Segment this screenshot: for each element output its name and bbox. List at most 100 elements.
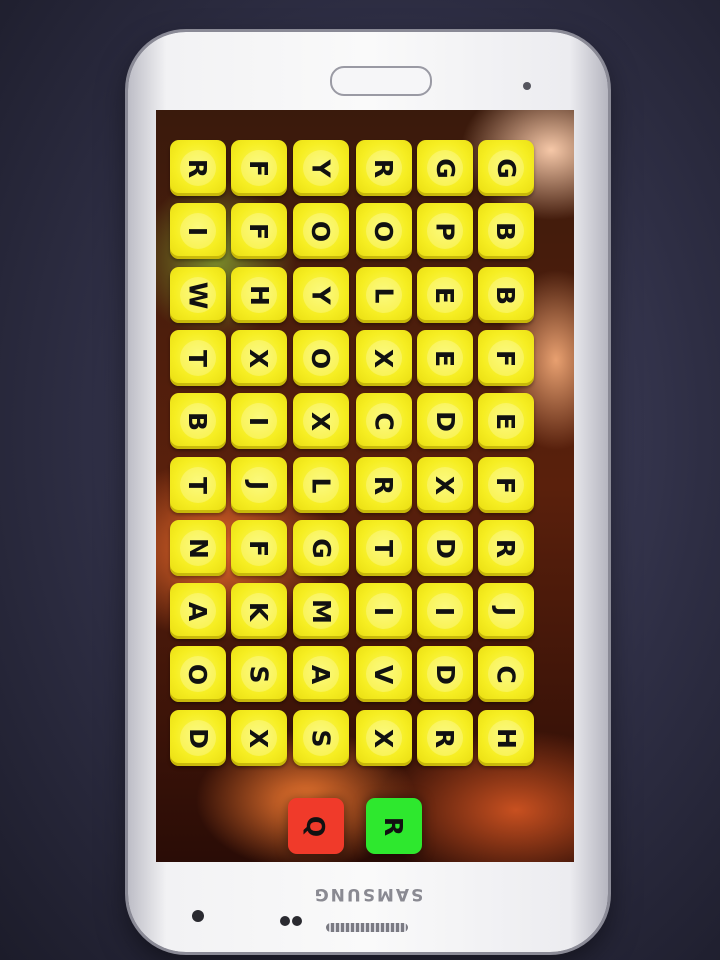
letter-tile[interactable]: F xyxy=(478,457,534,513)
letter-tile-label: O xyxy=(306,347,336,369)
letter-tile-label: I xyxy=(430,606,460,616)
letter-tile[interactable]: V xyxy=(356,646,412,702)
letter-tile-label: X xyxy=(369,728,399,748)
letter-tile[interactable]: M xyxy=(293,583,349,639)
letter-tile-label: W xyxy=(183,281,213,309)
letter-tile-label: X xyxy=(244,348,274,368)
letter-tile-label: T xyxy=(183,476,213,494)
letter-tile[interactable]: F xyxy=(478,330,534,386)
phone-screen: R I W T B T N A O D F F H X I J F K S X Y O Y O X L G M A S R O L X C R T I V X… xyxy=(156,110,574,862)
letter-tile-label: D xyxy=(183,727,213,749)
letter-tile[interactable]: G xyxy=(478,140,534,196)
letter-tile[interactable]: J xyxy=(231,457,287,513)
letter-tile-label: I xyxy=(244,416,274,426)
letter-tile[interactable]: E xyxy=(417,330,473,386)
letter-tile[interactable]: T xyxy=(170,330,226,386)
letter-tile[interactable]: P xyxy=(417,203,473,259)
letter-tile[interactable]: G xyxy=(417,140,473,196)
letter-tile-label: F xyxy=(491,349,521,367)
home-button-grille[interactable] xyxy=(326,923,408,932)
letter-tile[interactable]: I xyxy=(356,583,412,639)
letter-tile[interactable]: R xyxy=(356,140,412,196)
quit-button[interactable]: Q xyxy=(288,798,344,854)
letter-tile[interactable]: O xyxy=(293,203,349,259)
letter-tile[interactable]: D xyxy=(170,710,226,766)
letter-tile-label: T xyxy=(183,349,213,367)
letter-tile-label: D xyxy=(430,537,460,559)
letter-tile-label: S xyxy=(244,664,274,684)
letter-tile[interactable]: X xyxy=(356,330,412,386)
letter-tile-label: F xyxy=(244,222,274,240)
letter-tile-label: J xyxy=(244,480,274,490)
letter-tile-label: X xyxy=(369,348,399,368)
letter-tile-label: C xyxy=(369,411,399,431)
letter-tile[interactable]: A xyxy=(170,583,226,639)
letter-tile[interactable]: X xyxy=(231,710,287,766)
letter-tile-label: B xyxy=(183,411,213,431)
letter-tile[interactable]: C xyxy=(356,393,412,449)
letter-tile[interactable]: J xyxy=(478,583,534,639)
letter-tile[interactable]: S xyxy=(231,646,287,702)
letter-tile[interactable]: I xyxy=(170,203,226,259)
letter-tile-label: R xyxy=(369,158,399,178)
letter-tile-label: R xyxy=(183,158,213,178)
letter-tile[interactable]: O xyxy=(356,203,412,259)
letter-tile[interactable]: B xyxy=(478,203,534,259)
letter-tile[interactable]: T xyxy=(170,457,226,513)
letter-tile[interactable]: I xyxy=(417,583,473,639)
letter-tile[interactable]: D xyxy=(417,393,473,449)
letter-tile[interactable]: D xyxy=(417,646,473,702)
letter-tile-label: R xyxy=(491,538,521,558)
letter-tile[interactable]: L xyxy=(293,457,349,513)
letter-tile[interactable]: A xyxy=(293,646,349,702)
letter-tile[interactable]: O xyxy=(293,330,349,386)
microphone-hole xyxy=(280,916,290,926)
letter-tile-label: G xyxy=(306,537,336,559)
letter-tile[interactable]: G xyxy=(293,520,349,576)
letter-tile[interactable]: Y xyxy=(293,267,349,323)
letter-tile-label: Y xyxy=(306,285,336,305)
letter-tile[interactable]: I xyxy=(231,393,287,449)
letter-tile[interactable]: C xyxy=(478,646,534,702)
letter-tile-label: K xyxy=(244,601,274,621)
letter-tile[interactable]: K xyxy=(231,583,287,639)
letter-tile[interactable]: R xyxy=(356,457,412,513)
letter-tile[interactable]: H xyxy=(478,710,534,766)
letter-tile[interactable]: B xyxy=(170,393,226,449)
letter-tile[interactable]: F xyxy=(231,140,287,196)
letter-tile[interactable]: W xyxy=(170,267,226,323)
letter-tile-label: A xyxy=(183,601,213,621)
letter-tile-label: F xyxy=(491,476,521,494)
letter-tile[interactable]: E xyxy=(478,393,534,449)
letter-tile[interactable]: S xyxy=(293,710,349,766)
letter-tile[interactable]: F xyxy=(231,520,287,576)
letter-tile[interactable]: L xyxy=(356,267,412,323)
letter-tile-label: T xyxy=(369,539,399,557)
letter-tile[interactable]: X xyxy=(356,710,412,766)
letter-tile-label: O xyxy=(183,663,213,685)
letter-tile[interactable]: X xyxy=(231,330,287,386)
letter-tile[interactable]: R xyxy=(417,710,473,766)
phone-body: R I W T B T N A O D F F H X I J F K S X Y O Y O X L G M A S R O L X C R T I V X… xyxy=(128,32,608,952)
restart-button[interactable]: R xyxy=(366,798,422,854)
letter-tile-label: C xyxy=(491,664,521,684)
letter-tile[interactable]: R xyxy=(478,520,534,576)
front-sensor-dot xyxy=(192,910,204,922)
letter-tile[interactable]: E xyxy=(417,267,473,323)
letter-tile[interactable]: B xyxy=(478,267,534,323)
letter-tile[interactable]: N xyxy=(170,520,226,576)
letter-tile[interactable]: X xyxy=(417,457,473,513)
letter-tile[interactable]: Y xyxy=(293,140,349,196)
letter-tile[interactable]: H xyxy=(231,267,287,323)
letter-tile[interactable]: R xyxy=(170,140,226,196)
letter-tile[interactable]: O xyxy=(170,646,226,702)
letter-tile-label: R xyxy=(369,475,399,495)
letter-tile[interactable]: F xyxy=(231,203,287,259)
microphone-hole xyxy=(292,916,302,926)
letter-tile[interactable]: T xyxy=(356,520,412,576)
letter-tile-label: X xyxy=(430,475,460,495)
letter-tile-label: A xyxy=(306,664,336,684)
letter-tile-label: N xyxy=(183,537,213,559)
letter-tile[interactable]: X xyxy=(293,393,349,449)
letter-tile[interactable]: D xyxy=(417,520,473,576)
